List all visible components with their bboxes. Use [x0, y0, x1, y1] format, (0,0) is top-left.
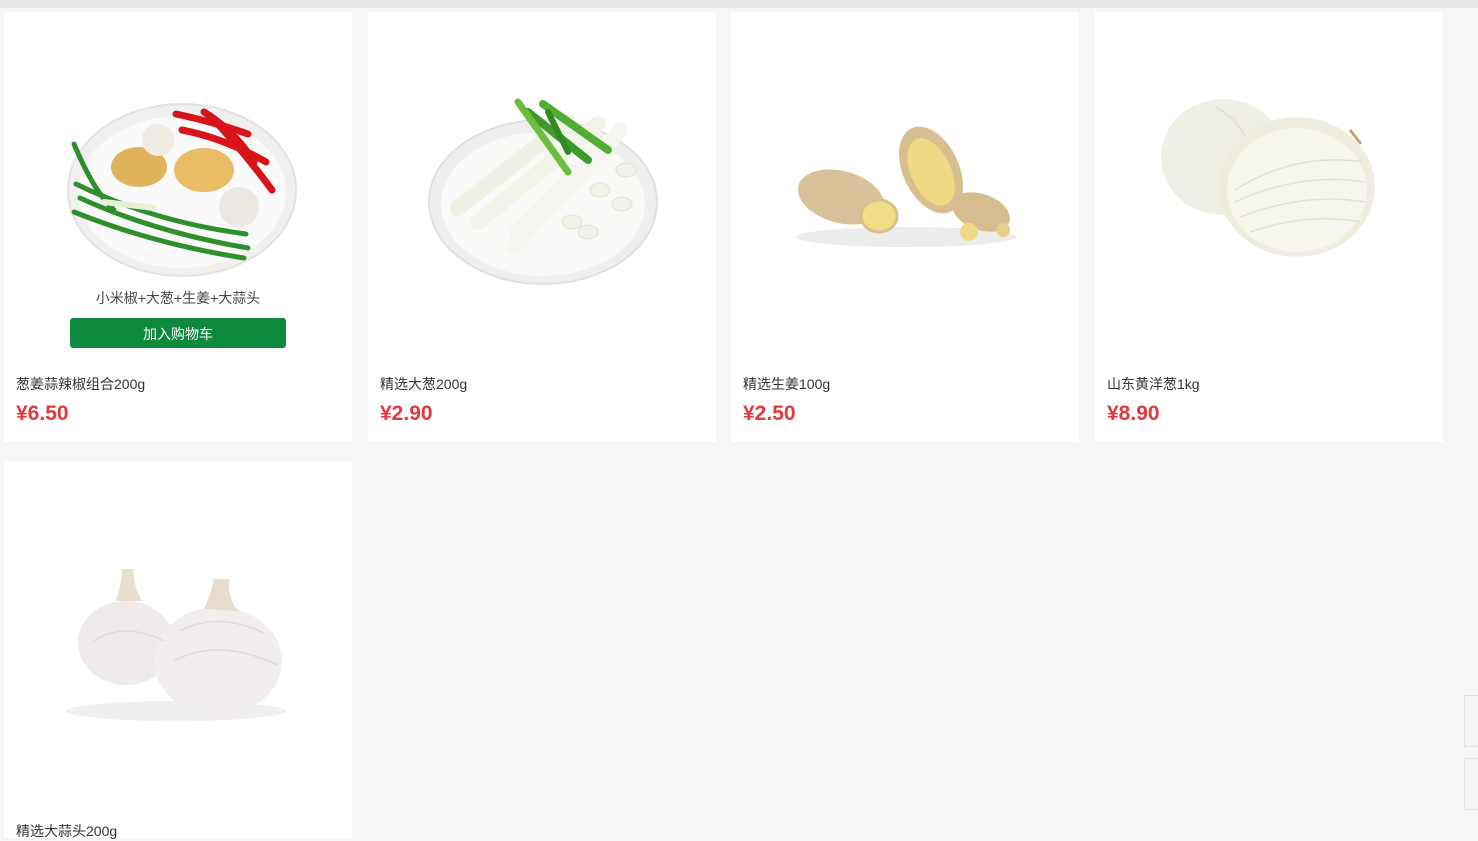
top-bar [0, 0, 1478, 8]
product-subtitle: 小米椒+大葱+生姜+大蒜头 [95, 290, 261, 306]
product-image[interactable] [4, 12, 352, 362]
add-to-cart-button[interactable]: 加入购物车 [70, 318, 286, 348]
product-price: ¥6.50 [16, 402, 69, 425]
product-name[interactable]: 山东黄洋葱1kg [1107, 374, 1200, 394]
product-name[interactable]: 精选生姜100g [743, 374, 830, 394]
product-image[interactable] [731, 12, 1079, 362]
product-card[interactable]: 精选大蒜头200g [4, 461, 352, 841]
product-image[interactable] [1095, 12, 1443, 362]
product-card[interactable]: 精选大葱200g ¥2.90 [368, 12, 716, 442]
product-card[interactable]: 小米椒+大葱+生姜+大蒜头 加入购物车 葱姜蒜辣椒组合200g ¥6.50 [4, 12, 352, 442]
side-tool-tab[interactable] [1464, 758, 1478, 810]
product-price: ¥8.90 [1107, 402, 1160, 425]
product-price: ¥2.50 [743, 402, 796, 425]
product-name[interactable]: 精选大葱200g [380, 374, 467, 394]
product-image[interactable] [368, 12, 716, 362]
product-card[interactable]: 山东黄洋葱1kg ¥8.90 [1095, 12, 1443, 442]
product-name[interactable]: 精选大蒜头200g [16, 821, 117, 841]
product-price: ¥2.90 [380, 402, 433, 425]
product-name[interactable]: 葱姜蒜辣椒组合200g [16, 374, 145, 394]
product-image[interactable] [4, 461, 352, 811]
side-tool-tab[interactable] [1464, 695, 1478, 747]
product-card[interactable]: 精选生姜100g ¥2.50 [731, 12, 1079, 442]
